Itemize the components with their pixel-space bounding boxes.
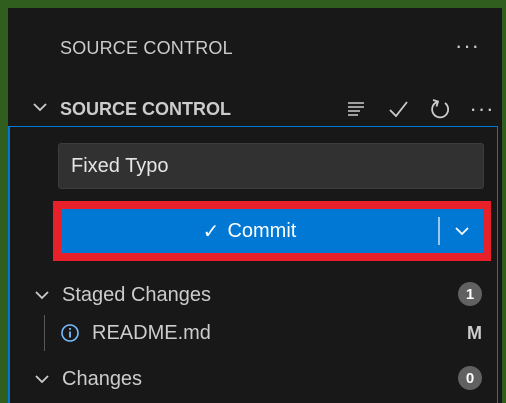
- chevron-down-icon: [35, 291, 49, 300]
- source-control-panel: SOURCE CONTROL ··· SOURCE CONTROL ··· Fi…: [8, 8, 502, 403]
- commit-button-highlight: ✓ Commit: [53, 201, 491, 261]
- indent-guide: [44, 315, 45, 351]
- refresh-icon[interactable]: [428, 97, 452, 121]
- view-as-tree-icon[interactable]: [344, 97, 368, 121]
- source-control-content: ✓ Commit Staged Changes 1: [8, 126, 498, 403]
- commit-check-icon[interactable]: [386, 97, 410, 121]
- file-row[interactable]: README.md M: [10, 315, 496, 351]
- section-title: SOURCE CONTROL: [60, 99, 231, 119]
- group-label: Staged Changes: [62, 284, 212, 306]
- count-badge: 1: [458, 282, 482, 306]
- info-icon: [61, 324, 79, 342]
- more-actions-icon[interactable]: ···: [470, 96, 494, 121]
- group-changes[interactable]: Changes 0: [10, 361, 496, 397]
- commit-button-label: Commit: [227, 219, 297, 242]
- count-badge: 0: [458, 366, 482, 390]
- chevron-down-icon: [33, 103, 47, 112]
- window-frame-left: [0, 0, 8, 403]
- commit-dropdown-button[interactable]: [440, 209, 483, 253]
- view-more-actions-icon[interactable]: ···: [455, 33, 480, 59]
- file-status-badge: M: [467, 323, 482, 343]
- window-frame-top: [0, 0, 506, 8]
- section-actions: ···: [344, 92, 494, 126]
- file-name: README.md: [92, 322, 211, 344]
- view-header: SOURCE CONTROL ···: [8, 8, 502, 88]
- section-header-source-control[interactable]: SOURCE CONTROL ···: [8, 88, 502, 130]
- commit-message-input[interactable]: [58, 143, 484, 189]
- check-icon: ✓: [202, 220, 220, 243]
- commit-button[interactable]: ✓ Commit: [61, 209, 438, 253]
- group-staged-changes[interactable]: Staged Changes 1: [10, 277, 496, 313]
- chevron-down-icon: [454, 227, 469, 236]
- group-label: Changes: [62, 368, 143, 390]
- chevron-down-icon: [35, 375, 49, 384]
- window-frame-right: [502, 0, 506, 403]
- view-title: SOURCE CONTROL: [60, 38, 233, 58]
